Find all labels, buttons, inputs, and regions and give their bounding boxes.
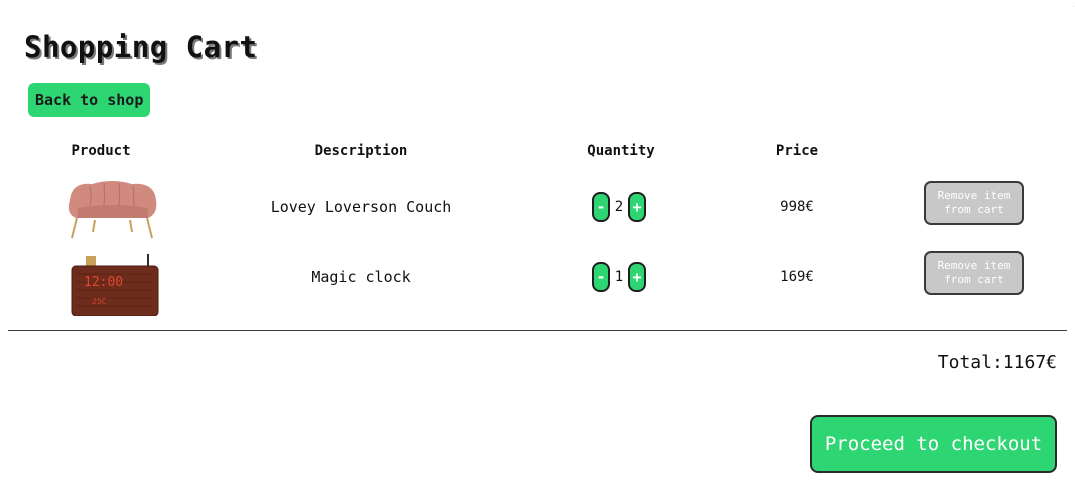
wooden-led-clock-image: 12:00 25C [71, 254, 159, 316]
pink-velvet-sofa-image [68, 181, 157, 239]
corner-decoration [1068, 0, 1075, 7]
remove-item-button[interactable]: Remove item from cart [924, 251, 1024, 295]
page-title: Shopping Cart [24, 30, 258, 64]
item-description: Lovey Loverson Couch [270, 198, 452, 216]
column-header-description: Description [314, 143, 408, 159]
shopping-cart-page: Shopping Cart Back to shop Product Descr… [0, 0, 1075, 497]
corner-decoration [0, 0, 7, 7]
column-header-quantity: Quantity [587, 143, 655, 159]
item-price: 998€ [780, 199, 814, 215]
quantity-value: 1 [614, 269, 624, 285]
svg-text:12:00: 12:00 [84, 275, 123, 290]
quantity-stepper: - 2 + [592, 192, 646, 222]
quantity-value: 2 [614, 199, 624, 215]
remove-item-button[interactable]: Remove item from cart [924, 181, 1024, 225]
cart-total: Total:1167€ [937, 352, 1057, 373]
cart-item-row: Lovey Loverson Couch - 2 + 998€ Remove i… [0, 172, 1075, 242]
increment-quantity-button[interactable]: + [628, 192, 646, 222]
cart-divider [8, 330, 1067, 331]
svg-text:25C: 25C [92, 297, 107, 306]
back-to-shop-button[interactable]: Back to shop [28, 83, 151, 117]
increment-quantity-button[interactable]: + [628, 262, 646, 292]
cart-item-row: 12:00 25C Magic clock - 1 + 169€ Remove … [0, 242, 1075, 316]
quantity-stepper: - 1 + [592, 262, 646, 292]
item-price: 169€ [780, 269, 814, 285]
column-header-price: Price [775, 143, 819, 159]
decrement-quantity-button[interactable]: - [592, 192, 610, 222]
proceed-to-checkout-button[interactable]: Proceed to checkout [810, 415, 1057, 473]
item-description: Magic clock [311, 268, 411, 286]
decrement-quantity-button[interactable]: - [592, 262, 610, 292]
column-header-product: Product [71, 143, 131, 159]
